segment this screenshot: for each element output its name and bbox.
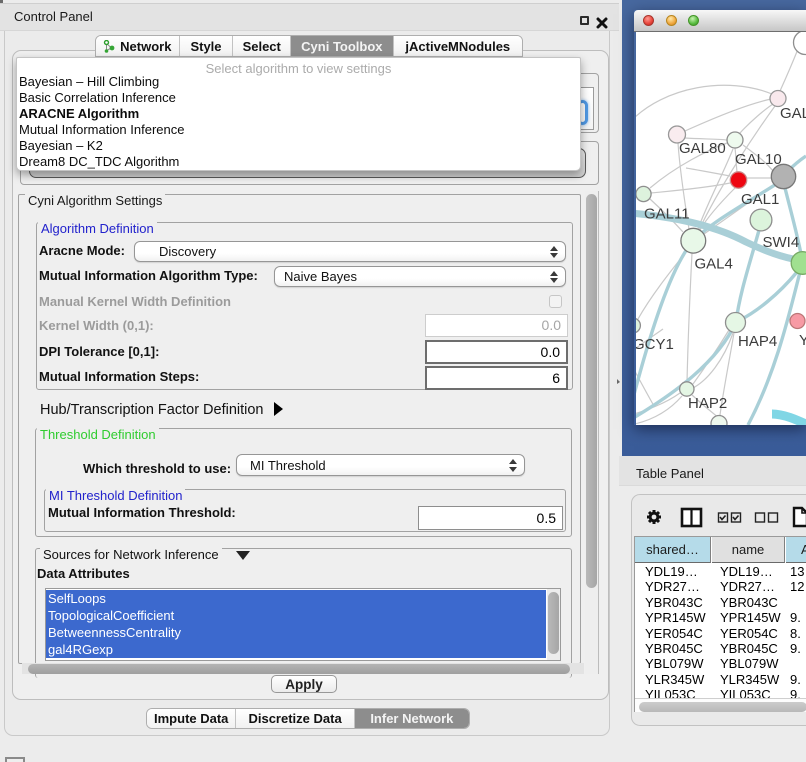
svg-text:GAL4: GAL4: [695, 256, 733, 273]
svg-text:GCY1: GCY1: [636, 336, 674, 353]
svg-text:GAL11: GAL11: [644, 206, 690, 223]
svg-text:GAL1: GAL1: [741, 191, 779, 208]
svg-text:HAP4: HAP4: [738, 333, 777, 350]
svg-text:GAL2: GAL2: [780, 105, 806, 122]
svg-text:Y: Y: [799, 332, 806, 349]
svg-text:GAL80: GAL80: [679, 140, 726, 157]
svg-text:GAL10: GAL10: [735, 151, 782, 168]
svg-text:SWI4: SWI4: [763, 234, 800, 251]
svg-text:HAP2: HAP2: [688, 395, 727, 412]
